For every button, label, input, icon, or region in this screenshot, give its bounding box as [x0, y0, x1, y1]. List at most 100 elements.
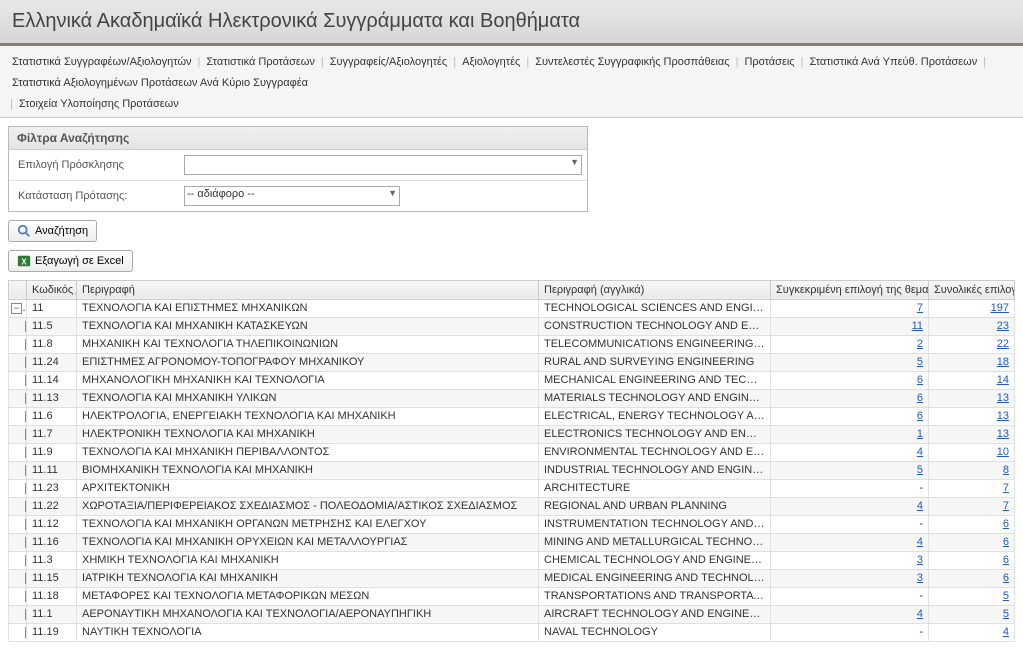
cell-code: 11.12: [27, 515, 77, 533]
nav-item[interactable]: Συγγραφείς/Αξιολογητές: [326, 56, 452, 68]
cell-desc: ΕΠΙΣΤΗΜΕΣ ΑΓΡΟΝΟΜΟΥ-ΤΟΠΟΓΡΑΦΟΥ ΜΗΧΑΝΙΚΟΥ: [77, 353, 539, 371]
table-row: +11.11ΒΙΟΜΗΧΑΝΙΚΗ ΤΕΧΝΟΛΟΓΙΑ ΚΑΙ ΜΗΧΑΝΙΚ…: [9, 461, 1015, 479]
search-button[interactable]: Αναζήτηση: [8, 220, 97, 242]
page-title: Ελληνικά Ακαδημαϊκά Ηλεκτρονικά Συγγράμμ…: [12, 10, 1011, 33]
export-button-label: Εξαγωγή σε Excel: [35, 255, 124, 267]
cell-desce: NAVAL TECHNOLOGY: [539, 623, 771, 641]
cell-selected-link[interactable]: 4: [917, 608, 923, 620]
cell-desce: TRANSPORTATIONS AND TRANSPORTATION SYSTE…: [539, 587, 771, 605]
cell-selected: -: [919, 482, 923, 494]
nav-item[interactable]: Στατιστικά Προτάσεων: [202, 56, 318, 68]
col-selected[interactable]: Συγκεκριμένη επιλογή της θεματικής: [771, 280, 929, 299]
cell-desce: CONSTRUCTION TECHNOLOGY AND ENGINEERING: [539, 317, 771, 335]
cell-total-link[interactable]: 6: [1003, 572, 1009, 584]
cell-selected-link[interactable]: 6: [917, 374, 923, 386]
cell-total-link[interactable]: 14: [997, 374, 1009, 386]
cell-total-link[interactable]: 4: [1003, 626, 1009, 638]
table-row: +11.16ΤΕΧΝΟΛΟΓΙΑ ΚΑΙ ΜΗΧΑΝΙΚΗ ΟΡΥΧΕΙΩΝ Κ…: [9, 533, 1015, 551]
nav-item[interactable]: Στοιχεία Υλοποίησης Προτάσεων: [15, 98, 183, 110]
cell-selected-link[interactable]: 11: [912, 320, 923, 332]
cell-code: 11.18: [27, 587, 77, 605]
cell-code: 11.5: [27, 317, 77, 335]
cell-selected-link[interactable]: 6: [917, 392, 923, 404]
cell-selected-link[interactable]: 3: [917, 554, 923, 566]
filter-status-select[interactable]: -- αδιάφορο --▼: [184, 186, 400, 206]
cell-total-link[interactable]: 13: [997, 428, 1009, 440]
col-total[interactable]: Συνολικές επιλογές▽: [929, 280, 1015, 299]
cell-desce: MATERIALS TECHNOLOGY AND ENGINEERING: [539, 389, 771, 407]
cell-selected-link[interactable]: 4: [917, 500, 923, 512]
cell-desc: ΜΗΧΑΝΙΚΗ ΚΑΙ ΤΕΧΝΟΛΟΓΙΑ ΤΗΛΕΠΙΚΟΙΝΩΝΙΩΝ: [77, 335, 539, 353]
cell-desce: MEDICAL ENGINEERING AND TECHNOLOGY: [539, 569, 771, 587]
cell-code: 11.6: [27, 407, 77, 425]
table-row: +11.12ΤΕΧΝΟΛΟΓΙΑ ΚΑΙ ΜΗΧΑΝΙΚΗ ΟΡΓΑΝΩΝ ΜΕ…: [9, 515, 1015, 533]
cell-selected-link[interactable]: 1: [917, 428, 923, 440]
cell-total-link[interactable]: 10: [997, 446, 1009, 458]
col-desce[interactable]: Περιγραφή (αγγλικά): [539, 280, 771, 299]
cell-total-link[interactable]: 13: [997, 410, 1009, 422]
cell-total-link[interactable]: 5: [1003, 608, 1009, 620]
nav-item[interactable]: Στατιστικά Ανά Υπεύθ. Προτάσεων: [805, 56, 981, 68]
cell-selected-link[interactable]: 5: [917, 356, 923, 368]
cell-total-link[interactable]: 7: [1003, 482, 1009, 494]
cell-desce: CHEMICAL TECHNOLOGY AND ENGINEERING: [539, 551, 771, 569]
cell-desc: ΤΕΧΝΟΛΟΓΙΑ ΚΑΙ ΜΗΧΑΝΙΚΗ ΠΕΡΙΒΑΛΛΟΝΤΟΣ: [77, 443, 539, 461]
cell-code: 11.3: [27, 551, 77, 569]
cell-code: 11.22: [27, 497, 77, 515]
nav-item[interactable]: Στατιστικά Αξιολογημένων Προτάσεων Ανά Κ…: [8, 77, 312, 89]
filter-row-status: Κατάσταση Πρότασης: -- αδιάφορο --▼: [9, 181, 587, 211]
top-nav: Στατιστικά Συγγραφέων/Αξιολογητών|Στατισ…: [0, 46, 1023, 118]
col-expand[interactable]: [9, 280, 27, 299]
cell-selected-link[interactable]: 2: [917, 338, 923, 350]
cell-selected-link[interactable]: 7: [917, 302, 923, 314]
cell-code: 11.15: [27, 569, 77, 587]
cell-desc: ΧΗΜΙΚΗ ΤΕΧΝΟΛΟΓΙΑ ΚΑΙ ΜΗΧΑΝΙΚΗ: [77, 551, 539, 569]
table-row: +11.7ΗΛΕΚΤΡΟΝΙΚΗ ΤΕΧΝΟΛΟΓΙΑ ΚΑΙ ΜΗΧΑΝΙΚΗ…: [9, 425, 1015, 443]
table-row: +11.24ΕΠΙΣΤΗΜΕΣ ΑΓΡΟΝΟΜΟΥ-ΤΟΠΟΓΡΑΦΟΥ ΜΗΧ…: [9, 353, 1015, 371]
nav-item[interactable]: Αξιολογητές: [458, 56, 524, 68]
cell-total-link[interactable]: 8: [1003, 464, 1009, 476]
cell-total-link[interactable]: 6: [1003, 518, 1009, 530]
cell-total-link[interactable]: 6: [1003, 554, 1009, 566]
cell-desce: MECHANICAL ENGINEERING AND TECHNOLOGY: [539, 371, 771, 389]
cell-desc: ΑΕΡΟΝΑΥΤΙΚΗ ΜΗΧΑΝΟΛΟΓΙΑ ΚΑΙ ΤΕΧΝΟΛΟΓΙΑ/Α…: [77, 605, 539, 623]
table-row: +11.9ΤΕΧΝΟΛΟΓΙΑ ΚΑΙ ΜΗΧΑΝΙΚΗ ΠΕΡΙΒΑΛΛΟΝΤ…: [9, 443, 1015, 461]
filter-call-select[interactable]: ▼: [184, 155, 582, 175]
export-button[interactable]: X Εξαγωγή σε Excel: [8, 250, 133, 272]
cell-total-link[interactable]: 23: [997, 320, 1009, 332]
cell-desce: ENVIRONMENTAL TECHNOLOGY AND ENGINEERING: [539, 443, 771, 461]
cell-total-link[interactable]: 197: [991, 302, 1009, 314]
cell-selected: -: [919, 518, 923, 530]
cell-code: 11.11: [27, 461, 77, 479]
nav-item[interactable]: Συντελεστές Συγγραφικής Προσπάθειας: [531, 56, 733, 68]
cell-code: 11.9: [27, 443, 77, 461]
cell-selected-link[interactable]: 4: [917, 536, 923, 548]
cell-total-link[interactable]: 22: [997, 338, 1009, 350]
col-code[interactable]: Κωδικός△: [27, 280, 77, 299]
cell-code: 11.23: [27, 479, 77, 497]
data-table: Κωδικός△ Περιγραφή Περιγραφή (αγγλικά) Σ…: [8, 280, 1015, 642]
cell-selected-link[interactable]: 4: [917, 446, 923, 458]
nav-item[interactable]: Στατιστικά Συγγραφέων/Αξιολογητών: [8, 56, 196, 68]
cell-total-link[interactable]: 5: [1003, 590, 1009, 602]
cell-total-link[interactable]: 18: [997, 356, 1009, 368]
cell-code: 11.16: [27, 533, 77, 551]
cell-desce: TECHNOLOGICAL SCIENCES AND ENGINEERING: [539, 299, 771, 317]
cell-selected-link[interactable]: 5: [917, 464, 923, 476]
cell-total-link[interactable]: 6: [1003, 536, 1009, 548]
cell-selected-link[interactable]: 6: [917, 410, 923, 422]
cell-desce: AIRCRAFT TECHNOLOGY AND ENGINEERING: [539, 605, 771, 623]
col-desc[interactable]: Περιγραφή: [77, 280, 539, 299]
chevron-down-icon: ▼: [570, 157, 579, 167]
cell-total-link[interactable]: 7: [1003, 500, 1009, 512]
table-row: +11.22ΧΩΡΟΤΑΞΙΑ/ΠΕΡΙΦΕΡΕΙΑΚΟΣ ΣΧΕΔΙΑΣΜΟΣ…: [9, 497, 1015, 515]
nav-item[interactable]: Προτάσεις: [740, 56, 798, 68]
expand-icon[interactable]: −: [11, 303, 22, 314]
cell-desce: MINING AND METALLURGICAL TECHNOLOGY AND …: [539, 533, 771, 551]
cell-selected-link[interactable]: 3: [917, 572, 923, 584]
table-row: +11.23ΑΡΧΙΤΕΚΤΟΝΙΚΗARCHITECTURE-7: [9, 479, 1015, 497]
cell-desce: TELECOMMUNICATIONS ENGINEERING AND TECHN…: [539, 335, 771, 353]
cell-desce: ELECTRONICS TECHNOLOGY AND ENGINEERING: [539, 425, 771, 443]
table-header-row: Κωδικός△ Περιγραφή Περιγραφή (αγγλικά) Σ…: [9, 280, 1015, 299]
cell-total-link[interactable]: 13: [997, 392, 1009, 404]
